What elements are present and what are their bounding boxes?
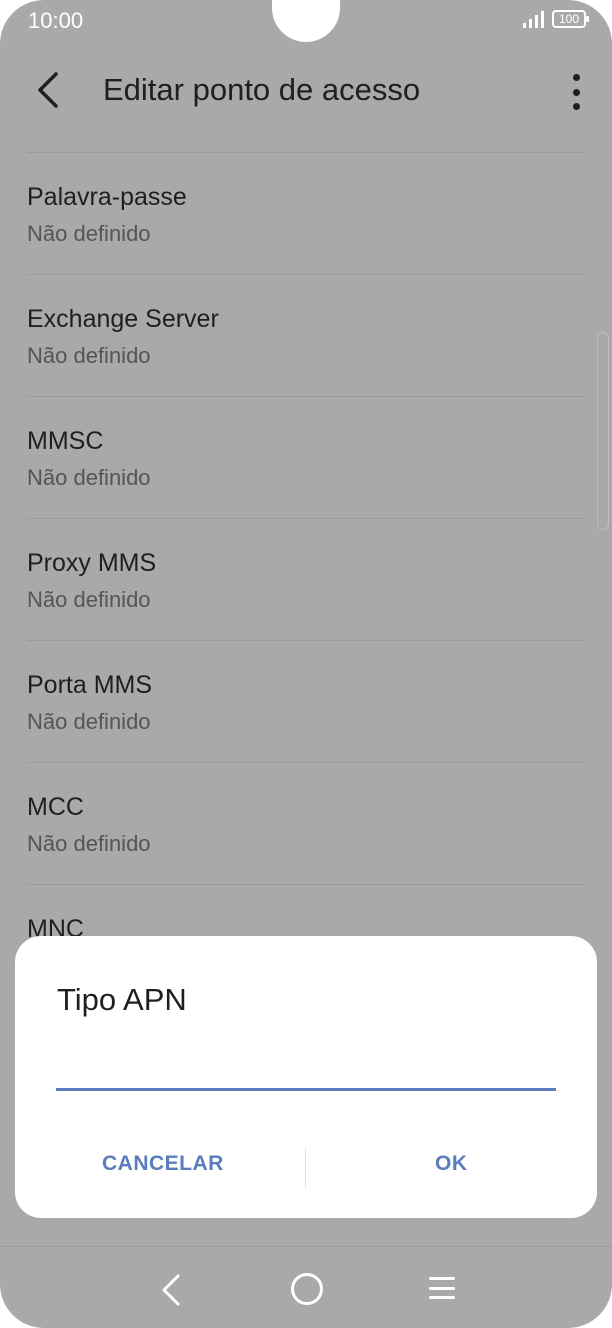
list-item-value: Não definido <box>27 831 151 856</box>
status-time: 10:00 <box>28 8 84 33</box>
status-icons: 100 <box>523 10 589 28</box>
list-item-value: Não definido <box>27 709 151 734</box>
chevron-left-icon[interactable] <box>30 70 70 110</box>
list-item-title: Exchange Server <box>27 305 219 333</box>
app-bar: Editar ponto de acesso <box>0 60 612 124</box>
battery-icon: 100 <box>552 10 589 28</box>
cancel-button[interactable]: CANCELAR <box>102 1152 224 1176</box>
list-item-title: Proxy MMS <box>27 549 157 577</box>
dialog-button-divider <box>305 1148 306 1188</box>
scrollbar[interactable] <box>597 332 609 530</box>
apn-type-dialog: Tipo APN CANCELAR OK <box>15 936 597 1218</box>
navigation-bar <box>0 1246 612 1328</box>
list-item-porta-mms[interactable]: Porta MMS Não definido <box>27 640 585 762</box>
list-item-value: Não definido <box>27 587 151 612</box>
list-item-title: Palavra-passe <box>27 183 187 211</box>
dialog-title: Tipo APN <box>57 982 187 1017</box>
list-item-value: Não definido <box>27 465 151 490</box>
page-title: Editar ponto de acesso <box>103 72 421 107</box>
more-vertical-icon[interactable] <box>566 74 586 110</box>
camera-notch <box>272 0 340 42</box>
list-item-value: Não definido <box>27 343 151 368</box>
list-item-mmsc[interactable]: MMSC Não definido <box>27 396 585 518</box>
back-icon[interactable] <box>158 1273 186 1307</box>
list-item-mcc[interactable]: MCC Não definido <box>27 762 585 884</box>
list-item-value: Não definido <box>27 221 151 246</box>
apn-type-input[interactable] <box>56 1040 556 1091</box>
list-item-proxy-mms[interactable]: Proxy MMS Não definido <box>27 518 585 640</box>
list-item-title: MCC <box>27 793 84 821</box>
menu-icon[interactable] <box>429 1277 455 1299</box>
ok-button[interactable]: OK <box>435 1152 468 1176</box>
settings-list: Palavra-passe Não definido Exchange Serv… <box>27 152 585 1006</box>
list-item-exchange-server[interactable]: Exchange Server Não definido <box>27 274 585 396</box>
home-icon[interactable] <box>291 1273 323 1305</box>
list-item-palavra-passe[interactable]: Palavra-passe Não definido <box>27 152 585 274</box>
signal-icon <box>523 10 544 28</box>
battery-level: 100 <box>558 12 580 26</box>
list-item-title: MMSC <box>27 427 104 455</box>
list-item-title: Porta MMS <box>27 671 153 699</box>
phone-screen: 10:00 100 Editar ponto de acesso Palavra… <box>0 0 612 1328</box>
